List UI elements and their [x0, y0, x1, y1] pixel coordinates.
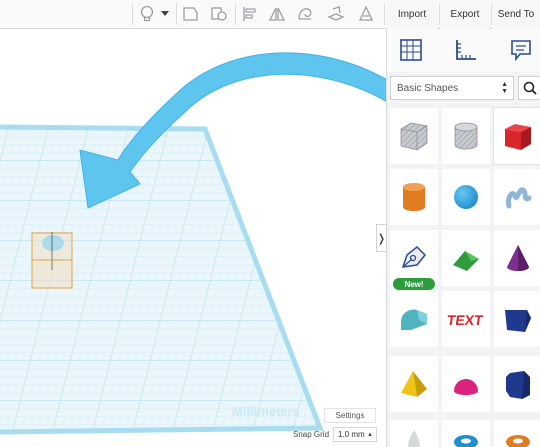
cone-icon: [507, 245, 529, 271]
shape-text[interactable]: TEXT: [442, 291, 490, 347]
ungroup-icon[interactable]: [208, 4, 230, 24]
units-label: Millimeters: [232, 404, 300, 419]
sphere-icon: [454, 185, 478, 209]
select-arrows-icon: ▲ ▼: [501, 81, 508, 95]
shape-round-roof[interactable]: [390, 291, 438, 347]
shape-cylinder[interactable]: [390, 169, 438, 225]
box-hole-icon: [400, 122, 428, 151]
shape-box-hole[interactable]: [390, 108, 438, 164]
settings-button[interactable]: Settings: [324, 408, 376, 423]
cylinder-hole-icon: [454, 122, 478, 150]
pen-icon: [401, 245, 427, 268]
snap-grid-value: 1.0 mm: [338, 430, 365, 439]
lightbulb-icon[interactable]: [136, 4, 158, 24]
panel-tools: [387, 29, 540, 72]
shape-roof[interactable]: [442, 230, 490, 286]
selected-box-object[interactable]: [31, 232, 73, 289]
toolbar-separator: [132, 3, 133, 25]
search-icon: [523, 81, 537, 95]
import-button[interactable]: Import: [386, 0, 438, 29]
workplane-icon[interactable]: [325, 4, 347, 24]
top-toolbar: Import Export Send To: [0, 0, 540, 29]
shape-cylinder-hole[interactable]: [442, 108, 490, 164]
dropdown-arrow-icon[interactable]: [158, 4, 172, 24]
shape-polygon[interactable]: [494, 356, 540, 412]
shape-pyramid[interactable]: [390, 356, 438, 412]
workplane-canvas[interactable]: Millimeters: [0, 29, 386, 447]
search-button[interactable]: [518, 76, 540, 100]
roof-icon: [453, 251, 479, 271]
box-icon: [505, 124, 531, 150]
cylinder-icon: [403, 183, 425, 211]
ruler-icon[interactable]: [355, 4, 377, 24]
toolbar-separator: [176, 3, 177, 25]
shape-torus[interactable]: [442, 420, 490, 447]
shape-cone[interactable]: [494, 230, 540, 286]
snap-grid-label: Snap Grid: [293, 430, 330, 439]
svg-text:TEXT: TEXT: [447, 312, 484, 328]
chevron-down-icon: ▲: [367, 432, 373, 438]
shape-category-select[interactable]: Basic Shapes ▲ ▼: [390, 76, 514, 100]
shape-tube[interactable]: [494, 420, 540, 447]
panel-collapse-toggle[interactable]: ❭: [376, 224, 387, 252]
scribble-icon: [506, 187, 532, 209]
pyramid-icon: [401, 371, 427, 397]
shape-paraboloid[interactable]: [390, 420, 438, 447]
torus-icon: [454, 435, 478, 447]
half-sphere-icon: [454, 379, 478, 395]
round-roof-icon: [401, 309, 427, 330]
paraboloid-icon: [408, 430, 420, 447]
shape-half-sphere[interactable]: [442, 356, 490, 412]
group-icon[interactable]: [180, 4, 202, 24]
align-icon[interactable]: [239, 4, 261, 24]
shape-sphere[interactable]: [442, 169, 490, 225]
snap-grid-select[interactable]: 1.0 mm ▲: [333, 427, 377, 442]
notes-tool-icon[interactable]: [506, 35, 536, 65]
cruise-icon[interactable]: [294, 4, 316, 24]
send-to-button[interactable]: Send To: [492, 0, 540, 29]
shape-box[interactable]: [493, 107, 540, 165]
shape-category-value: Basic Shapes: [397, 82, 459, 94]
polygon-icon: [506, 371, 530, 399]
mirror-icon[interactable]: [266, 4, 288, 24]
shape-wedge[interactable]: [494, 291, 540, 347]
workplane-scene: [0, 52, 386, 435]
toolbar-separator: [235, 3, 236, 25]
new-badge: New!: [393, 278, 435, 290]
workplane-tool-icon[interactable]: [396, 35, 426, 65]
toolbar-separator: [384, 3, 385, 25]
export-button[interactable]: Export: [440, 0, 490, 29]
ruler-tool-icon[interactable]: [451, 35, 481, 65]
text-icon: TEXT: [447, 312, 484, 328]
tube-icon: [506, 435, 530, 447]
wedge-icon: [505, 310, 531, 332]
shape-scribble[interactable]: [494, 169, 540, 225]
